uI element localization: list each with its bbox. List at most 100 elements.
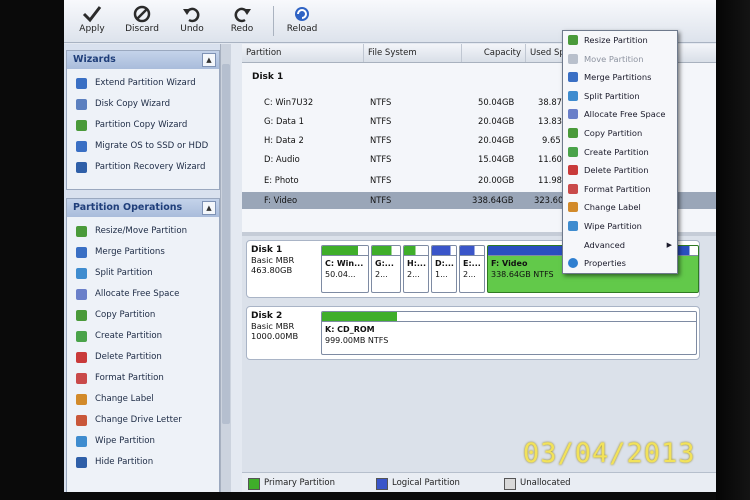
menu-properties[interactable]: Properties <box>563 254 677 273</box>
op-label: Create Partition <box>95 331 163 341</box>
usage-bar <box>460 246 484 256</box>
apply-button[interactable]: Apply <box>70 4 114 40</box>
op-change-label[interactable]: Change Label <box>67 389 219 410</box>
disk1-type: Basic MBR <box>251 255 295 265</box>
partition-block[interactable]: G:... 2... <box>371 245 401 293</box>
menu-split-partition[interactable]: Split Partition <box>563 87 677 106</box>
partition-block[interactable]: C: Win... 50.04... <box>321 245 369 293</box>
hide-icon <box>76 457 87 468</box>
collapse-operations-button[interactable]: ▲ <box>202 201 216 215</box>
cell-fs: NTFS <box>370 97 392 107</box>
partition-label: C: Win... <box>325 259 364 268</box>
cell-capacity: 50.04GB <box>478 97 515 107</box>
menu-label: Format Partition <box>584 183 651 194</box>
cell-partition: G: Data 1 <box>264 116 304 126</box>
split-icon <box>568 90 578 101</box>
disk2-type: Basic MBR <box>251 321 295 331</box>
discard-icon <box>133 5 151 23</box>
op-create[interactable]: Create Partition <box>67 326 219 347</box>
undo-label: Undo <box>180 24 204 34</box>
wizard-migrate-os[interactable]: Migrate OS to SSD or HDD <box>67 136 219 157</box>
reload-button[interactable]: Reload <box>280 4 324 40</box>
partition-size: 1... <box>435 270 448 279</box>
legend-unallocated: Unallocated <box>504 477 571 490</box>
partition-block[interactable]: D:... 1... <box>431 245 457 293</box>
op-label: Hide Partition <box>95 457 154 467</box>
menu-label: Copy Partition <box>584 127 643 138</box>
cell-used: 9.65 <box>542 135 561 145</box>
op-merge[interactable]: Merge Partitions <box>67 242 219 263</box>
partition-label: D:... <box>435 259 454 268</box>
op-delete[interactable]: Delete Partition <box>67 347 219 368</box>
label-icon <box>76 394 87 405</box>
op-hide[interactable]: Hide Partition <box>67 452 219 473</box>
menu-resize-partition[interactable]: Resize Partition <box>563 31 677 50</box>
cell-partition: D: Audio <box>264 154 300 164</box>
scrollbar-thumb[interactable] <box>222 64 230 424</box>
op-label: Merge Partitions <box>95 247 165 257</box>
redo-button[interactable]: Redo <box>220 4 264 40</box>
submenu-arrow-icon: ▶ <box>666 240 672 249</box>
disk-copy-icon <box>76 99 87 110</box>
menu-advanced[interactable]: Advanced ▶ <box>563 236 677 255</box>
menu-label: Split Partition <box>584 90 640 101</box>
drive-letter-icon <box>76 415 87 426</box>
discard-button[interactable]: Discard <box>120 4 164 40</box>
legend-label: Primary Partition <box>264 478 335 488</box>
usage-bar <box>322 312 696 322</box>
column-capacity[interactable]: Capacity <box>462 44 526 62</box>
cell-capacity: 15.04GB <box>478 154 515 164</box>
wizard-extend-partition[interactable]: Extend Partition Wizard <box>67 73 219 94</box>
op-resize-move[interactable]: Resize/Move Partition <box>67 221 219 242</box>
cell-partition: E: Photo <box>264 175 299 185</box>
allocate-icon <box>76 289 87 300</box>
legend-bar: Primary Partition Logical Partition Unal… <box>242 472 716 492</box>
op-allocate[interactable]: Allocate Free Space <box>67 284 219 305</box>
partition-block[interactable]: H:... 2... <box>403 245 429 293</box>
undo-button[interactable]: Undo <box>170 4 214 40</box>
partition-operations-header[interactable]: Partition Operations ▲ <box>67 199 219 217</box>
wizard-disk-copy[interactable]: Disk Copy Wizard <box>67 94 219 115</box>
create-icon <box>568 146 578 157</box>
menu-label: Delete Partition <box>584 165 649 176</box>
op-split[interactable]: Split Partition <box>67 263 219 284</box>
disk2-map[interactable]: Disk 2 Basic MBR 1000.00MB K: CD_ROM 999.… <box>246 306 700 360</box>
cell-partition: H: Data 2 <box>264 135 304 145</box>
wizard-partition-copy[interactable]: Partition Copy Wizard <box>67 115 219 136</box>
column-file-system[interactable]: File System <box>364 44 462 62</box>
menu-allocate-free-space[interactable]: Allocate Free Space <box>563 105 677 124</box>
op-wipe[interactable]: Wipe Partition <box>67 431 219 452</box>
cell-capacity: 20.00GB <box>478 175 515 185</box>
toolbar-separator <box>273 6 274 36</box>
monitor-bezel <box>716 0 750 500</box>
op-format[interactable]: Format Partition <box>67 368 219 389</box>
usage-bar <box>404 246 428 256</box>
menu-change-label[interactable]: Change Label <box>563 198 677 217</box>
disk2-info: Disk 2 Basic MBR 1000.00MB <box>251 311 313 341</box>
menu-format-partition[interactable]: Format Partition <box>563 180 677 199</box>
partition-copy-icon <box>76 120 87 131</box>
partition-size: 999.00MB NTFS <box>325 336 389 345</box>
cell-capacity: 20.04GB <box>478 135 515 145</box>
checkmark-icon <box>82 6 102 23</box>
collapse-wizards-button[interactable]: ▲ <box>202 53 216 67</box>
partition-label: K: CD_ROM <box>325 325 375 334</box>
migrate-os-icon <box>76 141 87 152</box>
menu-move-partition[interactable]: Move Partition <box>563 50 677 69</box>
menu-wipe-partition[interactable]: Wipe Partition <box>563 217 677 236</box>
op-label: Delete Partition <box>95 352 162 362</box>
wizards-header[interactable]: Wizards ▲ <box>67 51 219 69</box>
menu-create-partition[interactable]: Create Partition <box>563 143 677 162</box>
wizard-partition-recovery[interactable]: Partition Recovery Wizard <box>67 157 219 178</box>
usage-bar <box>322 246 368 256</box>
menu-delete-partition[interactable]: Delete Partition <box>563 161 677 180</box>
menu-copy-partition[interactable]: Copy Partition <box>563 124 677 143</box>
cell-fs: NTFS <box>370 154 392 164</box>
menu-merge-partitions[interactable]: Merge Partitions <box>563 68 677 87</box>
op-copy[interactable]: Copy Partition <box>67 305 219 326</box>
partition-block[interactable]: E:... 2... <box>459 245 485 293</box>
op-change-drive-letter[interactable]: Change Drive Letter <box>67 410 219 431</box>
left-panel-scrollbar[interactable] <box>220 44 231 492</box>
column-partition[interactable]: Partition <box>242 44 364 62</box>
partition-block[interactable]: K: CD_ROM 999.00MB NTFS <box>321 311 697 355</box>
